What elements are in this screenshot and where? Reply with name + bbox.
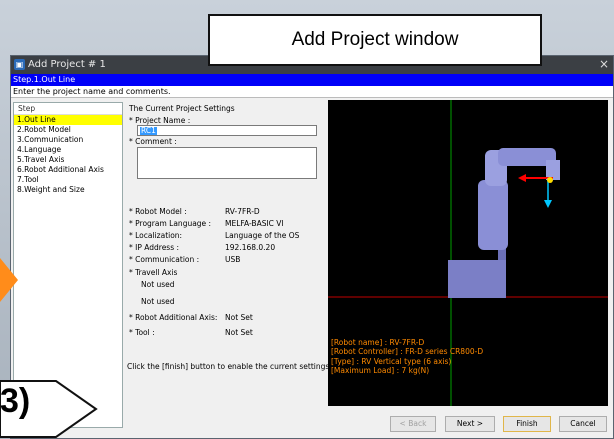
robot-info-panel: [Robot name] : RV-7FR-D [Robot Controlle… (331, 338, 483, 376)
tool-value: Not Set (225, 328, 253, 337)
robot-info-line: [Robot name] : RV-7FR-D (331, 338, 425, 347)
robot-info-line: [Maximum Load] : 7 kg(N) (331, 366, 430, 376)
ip-address-label: * IP Address : (129, 243, 180, 252)
back-button[interactable]: < Back (390, 416, 436, 432)
step-item-out-line[interactable]: 1.Out Line (14, 115, 122, 125)
step-item-language[interactable]: 4.Language (14, 145, 122, 155)
additional-axis-label: * Robot Additional Axis: (129, 313, 218, 322)
program-language-label: * Program Language : (129, 219, 212, 228)
tool-y-arrow (544, 200, 552, 208)
close-icon[interactable]: × (599, 57, 609, 71)
step-header: Step.1.Out Line (11, 74, 613, 86)
instruction-text: Enter the project name and comments. (11, 86, 613, 98)
tool-label: * Tool : (129, 328, 155, 337)
project-name-value: RC1 (140, 126, 157, 135)
finish-button[interactable]: Finish (503, 416, 551, 432)
orange-arrow-icon (0, 258, 18, 302)
cancel-button[interactable]: Cancel (559, 416, 607, 432)
communication-label: * Communication : (129, 255, 200, 264)
additional-axis-value: Not Set (225, 313, 253, 322)
next-button[interactable]: Next > (445, 416, 495, 432)
step-item-robot-model[interactable]: 2.Robot Model (14, 125, 122, 135)
ip-address-value: 192.168.0.20 (225, 243, 276, 252)
robot-pedestal (448, 260, 506, 298)
travel-axis-value-1: Not used (141, 280, 175, 289)
annotation-label: Add Project window (208, 14, 542, 66)
step-item-additional-axis[interactable]: 6.Robot Additional Axis (14, 165, 122, 175)
robot-3d-viewport[interactable]: [Robot name] : RV-7FR-D [Robot Controlle… (328, 100, 608, 406)
robot-lower-arm (478, 180, 508, 250)
tool-x-arrow (518, 174, 526, 182)
step-item-travel-axis[interactable]: 5.Travel Axis (14, 155, 122, 165)
robot-model-value: RV-7FR-D (225, 207, 260, 216)
tool-point (547, 177, 553, 183)
robot-info-line: [Type] : RV Vertical type (6 axis) (331, 356, 452, 366)
settings-header: The Current Project Settings (129, 104, 235, 113)
app-icon: ▣ (14, 59, 25, 70)
finish-hint: Click the [finish] button to enable the … (127, 362, 332, 371)
travel-axis-label: * Travell Axis (129, 268, 178, 277)
step-item-communication[interactable]: 3.Communication (14, 135, 122, 145)
step-item-tool[interactable]: 7.Tool (14, 175, 122, 185)
project-name-label: * Project Name : (129, 116, 191, 125)
add-project-window: ▣ Add Project # 1 × Step.1.Out Line Ente… (10, 55, 614, 439)
comment-label: * Comment : (129, 137, 177, 146)
step-item-weight-size[interactable]: 8.Weight and Size (14, 185, 122, 195)
step-list-header: Step (14, 103, 122, 115)
project-settings-panel: The Current Project Settings * Project N… (127, 100, 332, 430)
localization-label: * Localization: (129, 231, 183, 240)
project-name-input[interactable]: RC1 (137, 125, 317, 136)
robot-info-line: [Robot Controller] : FR-D series CR800-D (331, 347, 484, 357)
window-title: Add Project # 1 (28, 59, 106, 70)
callout-label: 3) (0, 382, 31, 420)
program-language-value: MELFA-BASIC VI (225, 219, 284, 228)
communication-value: USB (225, 255, 241, 264)
comment-input[interactable] (137, 147, 317, 179)
localization-value: Language of the OS (225, 231, 300, 240)
robot-model-label: * Robot Model : (129, 207, 187, 216)
travel-axis-value-2: Not used (141, 297, 175, 306)
